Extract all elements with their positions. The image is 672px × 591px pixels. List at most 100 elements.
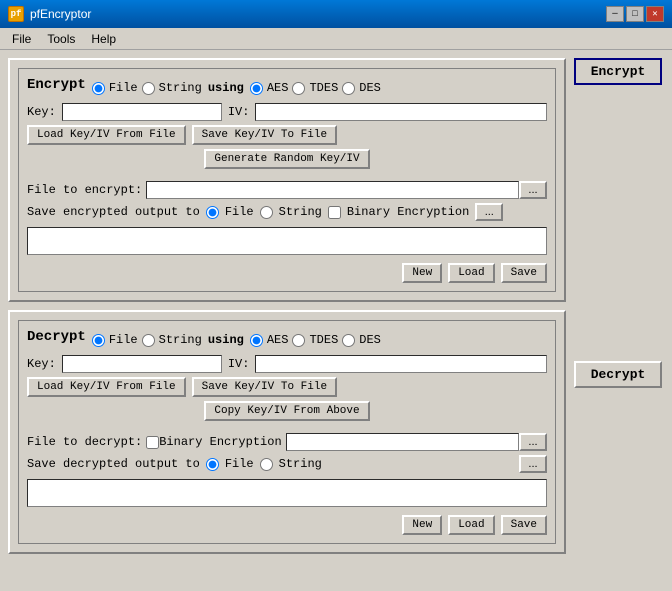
encrypt-binary-checkbox[interactable] xyxy=(328,206,341,219)
decrypt-key-input[interactable] xyxy=(62,355,222,373)
encrypt-action-buttons: New Load Save xyxy=(27,263,547,283)
decrypt-des-radio[interactable] xyxy=(342,334,355,347)
decrypt-tdes-radio[interactable] xyxy=(292,334,305,347)
encrypt-source-group: File String xyxy=(92,81,202,95)
decrypt-aes-radio[interactable] xyxy=(250,334,263,347)
decrypt-tdes-label: TDES xyxy=(309,333,338,347)
encrypt-file-radio[interactable] xyxy=(92,82,105,95)
encrypt-save-output-row: Save encrypted output to File String Bin… xyxy=(27,203,547,221)
decrypt-string-label: String xyxy=(159,333,202,347)
encrypt-file-label: File xyxy=(109,81,138,95)
decrypt-save-key-button[interactable]: Save Key/IV To File xyxy=(192,377,337,397)
decrypt-save-button[interactable]: Save xyxy=(501,515,547,535)
encrypt-new-button[interactable]: New xyxy=(402,263,442,283)
encrypt-string-label: String xyxy=(159,81,202,95)
encrypt-gen-key-row: Generate Random Key/IV xyxy=(27,149,547,169)
side-buttons: Encrypt Decrypt xyxy=(574,58,664,583)
decrypt-browse-button[interactable]: ... xyxy=(519,433,547,451)
encrypt-title: Encrypt xyxy=(27,77,86,93)
encrypt-des-label: DES xyxy=(359,81,381,95)
decrypt-output-textarea[interactable] xyxy=(27,479,547,507)
decrypt-title-row: Decrypt File String using AES TDES xyxy=(27,329,547,351)
encrypt-algo-group: AES TDES DES xyxy=(250,81,381,95)
decrypt-panel-inner: Decrypt File String using AES TDES xyxy=(18,320,556,544)
encrypt-panel: Encrypt File String using AES TDES xyxy=(8,58,566,302)
encrypt-save-output-label: Save encrypted output to xyxy=(27,205,200,219)
encrypt-iv-label: IV: xyxy=(228,105,250,119)
menu-bar: File Tools Help xyxy=(0,28,672,50)
decrypt-using-label: using xyxy=(208,333,244,347)
encrypt-panel-inner: Encrypt File String using AES TDES xyxy=(18,68,556,292)
decrypt-panel: Decrypt File String using AES TDES xyxy=(8,310,566,554)
encrypt-des-radio[interactable] xyxy=(342,82,355,95)
decrypt-source-group: File String xyxy=(92,333,202,347)
decrypt-aes-label: AES xyxy=(267,333,289,347)
window-title: pfEncryptor xyxy=(30,7,91,21)
decrypt-title: Decrypt xyxy=(27,329,86,345)
encrypt-save-key-button[interactable]: Save Key/IV To File xyxy=(192,125,337,145)
decrypt-save-browse-button[interactable]: ... xyxy=(519,455,547,473)
encrypt-file-to-encrypt-label: File to encrypt: xyxy=(27,183,142,197)
menu-file[interactable]: File xyxy=(4,30,39,48)
encrypt-save-string-label: String xyxy=(279,205,322,219)
encrypt-using-label: using xyxy=(208,81,244,95)
encrypt-file-input[interactable] xyxy=(146,181,519,199)
decrypt-file-label: File xyxy=(109,333,138,347)
encrypt-tdes-radio[interactable] xyxy=(292,82,305,95)
decrypt-save-string-label: String xyxy=(279,457,322,471)
decrypt-binary-checkbox[interactable] xyxy=(146,436,159,449)
panels: Encrypt File String using AES TDES xyxy=(8,58,566,583)
encrypt-save-button[interactable]: Save xyxy=(501,263,547,283)
encrypt-key-buttons-row: Load Key/IV From File Save Key/IV To Fil… xyxy=(27,125,547,145)
encrypt-file-row: File to encrypt: ... xyxy=(27,181,547,199)
encrypt-load-button[interactable]: Load xyxy=(448,263,494,283)
decrypt-key-buttons-row: Load Key/IV From File Save Key/IV To Fil… xyxy=(27,377,547,397)
decrypt-save-string-radio[interactable] xyxy=(260,458,273,471)
decrypt-load-key-button[interactable]: Load Key/IV From File xyxy=(27,377,186,397)
decrypt-save-output-label: Save decrypted output to xyxy=(27,457,200,471)
decrypt-key-label: Key: xyxy=(27,357,56,371)
encrypt-save-file-label: File xyxy=(225,205,254,219)
main-content: Encrypt File String using AES TDES xyxy=(0,50,672,591)
decrypt-save-output-row: Save decrypted output to File String ... xyxy=(27,455,547,473)
menu-tools[interactable]: Tools xyxy=(39,30,83,48)
encrypt-key-label: Key: xyxy=(27,105,56,119)
app-icon: pf xyxy=(8,6,24,22)
encrypt-save-browse-button[interactable]: ... xyxy=(475,203,503,221)
encrypt-aes-label: AES xyxy=(267,81,289,95)
decrypt-file-input[interactable] xyxy=(286,433,519,451)
encrypt-title-row: Encrypt File String using AES TDES xyxy=(27,77,547,99)
decrypt-save-file-radio[interactable] xyxy=(206,458,219,471)
encrypt-aes-radio[interactable] xyxy=(250,82,263,95)
encrypt-tdes-label: TDES xyxy=(309,81,338,95)
close-button[interactable]: ✕ xyxy=(646,6,664,22)
encrypt-gen-key-button[interactable]: Generate Random Key/IV xyxy=(204,149,369,169)
decrypt-iv-input[interactable] xyxy=(255,355,547,373)
encrypt-output-textarea[interactable] xyxy=(27,227,547,255)
encrypt-iv-input[interactable] xyxy=(255,103,547,121)
encrypt-string-radio[interactable] xyxy=(142,82,155,95)
encrypt-load-key-button[interactable]: Load Key/IV From File xyxy=(27,125,186,145)
menu-help[interactable]: Help xyxy=(83,30,124,48)
encrypt-save-string-radio[interactable] xyxy=(260,206,273,219)
encrypt-browse-button[interactable]: ... xyxy=(519,181,547,199)
decrypt-copy-key-button[interactable]: Copy Key/IV From Above xyxy=(204,401,369,421)
decrypt-string-radio[interactable] xyxy=(142,334,155,347)
decrypt-action-button[interactable]: Decrypt xyxy=(574,361,662,388)
decrypt-action-buttons: New Load Save xyxy=(27,515,547,535)
encrypt-key-row: Key: IV: xyxy=(27,103,547,121)
decrypt-file-to-decrypt-label: File to decrypt: xyxy=(27,435,142,449)
encrypt-action-button[interactable]: Encrypt xyxy=(574,58,662,85)
decrypt-des-label: DES xyxy=(359,333,381,347)
decrypt-binary-label: Binary Encryption xyxy=(159,435,281,449)
maximize-button[interactable]: □ xyxy=(626,6,644,22)
decrypt-load-button[interactable]: Load xyxy=(448,515,494,535)
title-bar: pf pfEncryptor ─ □ ✕ xyxy=(0,0,672,28)
encrypt-key-input[interactable] xyxy=(62,103,222,121)
decrypt-file-row: File to decrypt: Binary Encryption ... xyxy=(27,433,547,451)
decrypt-file-radio[interactable] xyxy=(92,334,105,347)
decrypt-new-button[interactable]: New xyxy=(402,515,442,535)
encrypt-save-file-radio[interactable] xyxy=(206,206,219,219)
decrypt-copy-key-row: Copy Key/IV From Above xyxy=(27,401,547,421)
minimize-button[interactable]: ─ xyxy=(606,6,624,22)
